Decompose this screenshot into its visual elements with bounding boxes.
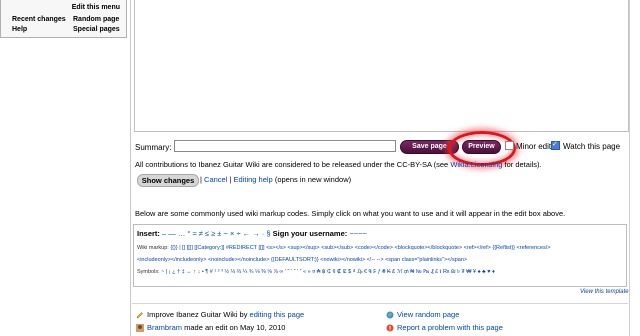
edit-menu-link[interactable]: Edit this menu (72, 4, 120, 11)
column-divider (130, 0, 131, 336)
globe-icon (386, 311, 394, 319)
show-changes-button[interactable]: Show changes (137, 174, 199, 187)
editing-help-note: (opens in new window) (272, 175, 352, 184)
signature-insert[interactable]: ~~~~ (347, 229, 367, 238)
minor-edit-label: Minor edit (516, 142, 552, 151)
view-template-link[interactable]: View this template (580, 289, 629, 295)
editing-help-link[interactable]: Editing help (234, 175, 273, 184)
user-link[interactable]: Brambram (147, 323, 182, 332)
wiki-markup-label: Wiki markup: (137, 245, 169, 251)
sidebar-item-special-pages[interactable]: Special pages (73, 26, 120, 33)
wiki-markup-row: Wiki markup: {{}} | [] [[]] [[Category:]… (137, 245, 550, 251)
view-random-link[interactable]: View random page (397, 310, 459, 319)
divider (132, 303, 628, 304)
improve-text: Improve Ibanez Guitar Wiki by (147, 310, 250, 319)
licensing-link[interactable]: Wikia:Licensing (450, 160, 502, 169)
avatar (136, 324, 144, 333)
sign-label: Sign your username: (272, 229, 348, 238)
recent-edit-row: Brambram made an edit on May 10, 2010 (136, 323, 286, 333)
symbols-row: Symbols: ~ | ¡ ¿ † ‡ ↔ ↑ ↓ • ¶ # ¹ ² ³ ½… (137, 268, 617, 277)
minor-edit-checkbox[interactable] (505, 141, 514, 150)
summary-label: Summary: (135, 143, 172, 152)
summary-input[interactable] (174, 140, 396, 152)
insert-characters[interactable]: – — … ° ≈ ≠ ≤ ≥ ± − × ÷ ← → · § (160, 229, 273, 238)
warning-icon (386, 324, 394, 332)
license-text: All contributions to Ibanez Guitar Wiki … (135, 160, 451, 169)
markup-intro-text: Below are some commonly used wiki markup… (135, 209, 566, 218)
user-action: made an edit on May 10, 2010 (182, 323, 286, 332)
edit-options: | Cancel | Editing help (opens in new wi… (200, 175, 351, 184)
sidebar-item-recent-changes[interactable]: Recent changes (12, 16, 66, 23)
sidebar-item-help[interactable]: Help (12, 26, 27, 33)
sidebar-item-random-page[interactable]: Random page (73, 16, 119, 23)
wiki-markup-codes-2[interactable]: <includeonly></includeonly> <noinclude><… (137, 257, 467, 263)
column-divider-right (629, 0, 630, 336)
report-problem-link[interactable]: Report a problem with this page (397, 323, 503, 332)
symbol-characters[interactable]: ~ | ¡ ¿ † ‡ ↔ ↑ ↓ • ¶ # ¹ ² ³ ½ ⅓ ⅔ ¼ ¾ … (160, 269, 495, 275)
sidebar-menu: Edit this menu Recent changes Random pag… (0, 0, 127, 38)
report-row: Report a problem with this page (386, 323, 503, 332)
view-random-row: View random page (386, 310, 459, 319)
pencil-icon (136, 312, 143, 319)
symbols-label: Symbols: (137, 269, 160, 275)
license-notice: All contributions to Ibanez Guitar Wiki … (135, 160, 542, 169)
wiki-markup-row-2: <includeonly></includeonly> <noinclude><… (137, 257, 467, 263)
editing-this-page-link[interactable]: editing this page (250, 310, 305, 319)
improve-row: Improve Ibanez Guitar Wiki by editing th… (136, 310, 304, 319)
insert-bar: Insert: – — … ° ≈ ≠ ≤ ≥ ± − × ÷ ← → · § … (137, 229, 367, 238)
wiki-markup-codes[interactable]: {{}} | [] [[]] [[Category:]] #REDIRECT [… (170, 245, 550, 251)
cancel-link[interactable]: Cancel (204, 175, 227, 184)
watch-page-checkbox[interactable] (551, 140, 560, 150)
watch-page-label: Watch this page (563, 142, 621, 151)
license-tail: for details). (502, 160, 542, 169)
edit-textarea[interactable] (134, 0, 629, 132)
insert-label: Insert: (137, 229, 160, 238)
